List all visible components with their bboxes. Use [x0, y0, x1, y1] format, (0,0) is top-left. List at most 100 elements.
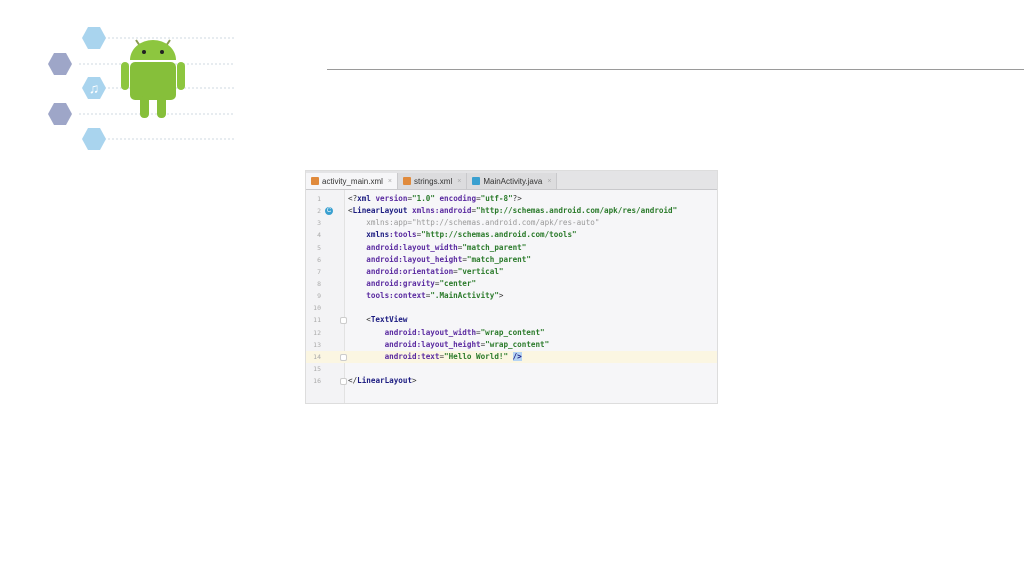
- music-icon: ♫: [82, 77, 106, 99]
- xml-file-icon: [311, 177, 319, 185]
- code-line: 14 android:text="Hello World!" />: [306, 350, 717, 363]
- line-number: 10: [313, 304, 321, 313]
- code-line: 13 android:layout_height="wrap_content": [306, 339, 717, 351]
- tab-label: activity_main.xml: [322, 176, 383, 186]
- token-attr: android:gravity: [366, 278, 435, 288]
- line-number: 6: [317, 255, 321, 264]
- code-text: tools:context=".MainActivity">: [348, 290, 503, 302]
- code-editor: activity_main.xml × strings.xml × MainActivi…: [305, 170, 718, 404]
- token-punc: [348, 279, 366, 288]
- code-line: 3 xmlns:app="http://schemas.android.com/…: [306, 217, 717, 229]
- token-punc: [348, 255, 366, 264]
- network-icon: [48, 53, 72, 75]
- token-val: "http://schemas.android.com/apk/res/andr…: [476, 206, 678, 216]
- line-number: 15: [313, 364, 321, 373]
- token-val: "http://schemas.android.com/tools": [421, 230, 577, 240]
- code-line: 6 android:layout_height="match_parent": [306, 254, 717, 266]
- code-text: android:orientation="vertical": [348, 266, 503, 278]
- code-text: android:layout_height="match_parent": [348, 254, 531, 266]
- code-text: <TextView: [348, 314, 407, 326]
- android-robot-icon: [121, 39, 185, 118]
- tab-close-icon[interactable]: ×: [547, 178, 551, 185]
- code-line: 16 </LinearLayout>: [306, 375, 717, 387]
- svg-text:♫: ♫: [89, 80, 100, 96]
- token-tag: TextView: [370, 315, 408, 325]
- token-attr: android:text: [384, 351, 440, 361]
- token-dim: xmlns:app="http://schemas.android.com/ap…: [348, 218, 600, 228]
- calculator-icon: [82, 27, 106, 49]
- token-attr: xmlns:android: [412, 206, 472, 216]
- code-line: 7 android:orientation="vertical": [306, 266, 717, 278]
- code-line: 1 <?xml version="1.0" encoding="utf-8"?>: [306, 193, 717, 205]
- token-val: ".MainActivity": [430, 291, 499, 301]
- token-val: "wrap_content": [485, 339, 550, 349]
- class-marker-icon[interactable]: C: [325, 207, 333, 216]
- tab-close-icon[interactable]: ×: [388, 178, 392, 185]
- code-line: 11 <TextView: [306, 314, 717, 326]
- code-line: 10: [306, 302, 717, 314]
- divider-line: [327, 69, 1024, 70]
- code-text: android:layout_height="wrap_content": [348, 339, 550, 351]
- line-number: 16: [313, 377, 321, 386]
- code-text: android:gravity="center": [348, 278, 476, 290]
- fold-marker-icon[interactable]: [340, 353, 347, 361]
- token-attr: encoding: [439, 194, 477, 203]
- line-number: 11: [313, 316, 321, 325]
- editor-tab[interactable]: MainActivity.java ×: [467, 173, 558, 189]
- token-punc: <?: [348, 194, 358, 203]
- token-punc: [348, 230, 366, 239]
- token-attr: android:layout_width: [384, 327, 477, 337]
- token-val: "match_parent": [466, 254, 531, 264]
- code-text: xmlns:tools="http://schemas.android.com/…: [348, 229, 577, 241]
- fold-marker-icon[interactable]: [340, 317, 347, 325]
- line-number: 2: [317, 207, 321, 216]
- token-tag: LinearLayout: [352, 206, 413, 216]
- line-number: 3: [317, 219, 321, 228]
- tab-close-icon[interactable]: ×: [457, 178, 461, 185]
- line-number: 1: [317, 195, 321, 203]
- code-text: android:layout_width="match_parent": [348, 242, 526, 254]
- xml-file-icon: [403, 177, 411, 185]
- code-line: 12 android:layout_width="wrap_content": [306, 327, 717, 339]
- editor-tab-bar: activity_main.xml × strings.xml × MainActivi…: [306, 171, 717, 190]
- code-line: 15: [306, 363, 717, 375]
- people-icon: [48, 103, 72, 125]
- token-attr: android:layout_width: [366, 242, 458, 252]
- token-punc: <: [348, 315, 371, 325]
- line-number: 9: [317, 292, 321, 301]
- token-punc: >: [498, 291, 504, 301]
- line-number: 5: [317, 243, 321, 252]
- token-attr: android:layout_height: [366, 254, 463, 264]
- token-attr: android:layout_height: [384, 339, 481, 349]
- token-val: "1.0": [412, 194, 440, 203]
- token-attr: version: [375, 194, 408, 203]
- line-number: 12: [313, 328, 321, 337]
- tab-label: MainActivity.java: [483, 176, 543, 186]
- token-punc: [348, 340, 385, 349]
- code-area[interactable]: 1 <?xml version="1.0" encoding="utf-8"?> 2…: [306, 193, 717, 387]
- line-number: 4: [317, 231, 321, 240]
- editor-tab[interactable]: activity_main.xml ×: [306, 173, 398, 189]
- code-line: 9 tools:context=".MainActivity">: [306, 290, 717, 302]
- token-val: "utf-8": [480, 194, 513, 203]
- token-punc: [348, 328, 385, 337]
- line-number: 8: [317, 279, 321, 288]
- token-attr: tools:context: [366, 291, 426, 301]
- code-text: xmlns:app="http://schemas.android.com/ap…: [348, 217, 599, 229]
- line-number: 13: [313, 340, 321, 349]
- code-text: <LinearLayout xmlns:android="http://sche…: [348, 205, 677, 217]
- editor-tab[interactable]: strings.xml ×: [398, 173, 468, 189]
- token-punc: ?>: [512, 194, 522, 203]
- token-punc: </: [348, 376, 358, 386]
- token-tag: LinearLayout: [357, 376, 413, 386]
- android-logo-illustration: ♫: [48, 27, 234, 150]
- token-punc: [348, 352, 385, 361]
- line-number: 7: [317, 267, 321, 276]
- token-punc: [348, 243, 366, 252]
- code-line: 4 xmlns:tools="http://schemas.android.co…: [306, 229, 717, 241]
- fold-marker-icon[interactable]: [340, 378, 347, 386]
- token-val: "vertical": [457, 266, 504, 276]
- token-punc: [348, 267, 366, 276]
- code-text: <?xml version="1.0" encoding="utf-8"?>: [348, 193, 522, 205]
- code-text: android:layout_width="wrap_content": [348, 327, 545, 339]
